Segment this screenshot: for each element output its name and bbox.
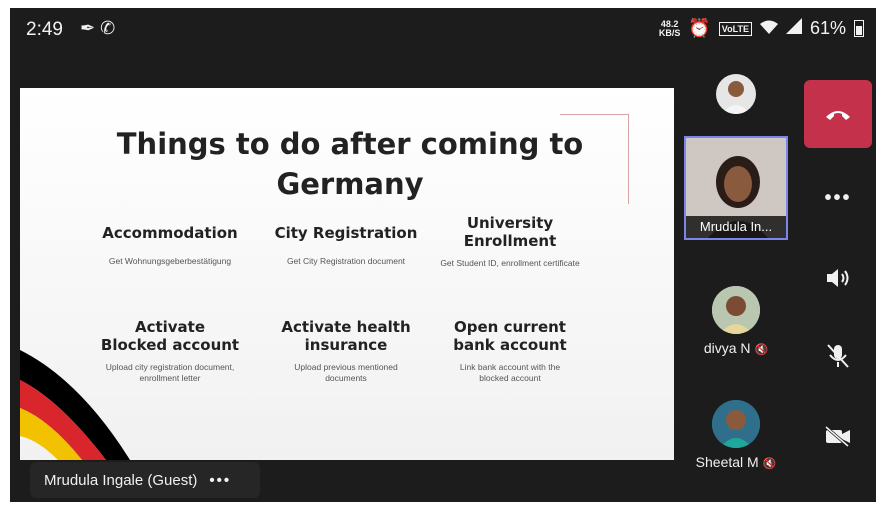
slide-item-health-insurance: Activate health insurance Upload previou…	[258, 318, 434, 384]
participant-name: divya N	[703, 340, 751, 356]
status-bar: 2:49 ✒ ✆ 48.2 KB/S ⏰ VoLTE 61%	[10, 8, 876, 52]
slide-item-sub: Link bank account with the blocked accou…	[459, 362, 561, 383]
avatar	[712, 400, 760, 448]
slide-item-sub: Upload previous mentioned documents	[294, 362, 398, 383]
participant-label: Sheetal M 🔇	[682, 454, 790, 470]
slide-item-city-registration: City Registration Get City Registration …	[258, 224, 434, 267]
slide-item-title: Open current bank account	[453, 318, 567, 354]
avatar	[716, 74, 756, 114]
participants-panel: Mrudula In... divya N 🔇 Sheetal M 🔇	[682, 52, 790, 502]
volte-badge: VoLTE	[718, 21, 752, 36]
more-options-icon[interactable]: •••	[209, 472, 231, 489]
participant-label: divya N 🔇	[682, 340, 790, 356]
participant-tile[interactable]	[682, 74, 790, 114]
participant-name: Mrudula In...	[686, 216, 786, 238]
avatar	[712, 286, 760, 334]
slide-item-accommodation: Accommodation Get Wohnungsgeberbestätigu…	[82, 224, 258, 267]
participant-name: Sheetal M	[695, 454, 759, 470]
alarm-icon: ⏰	[688, 18, 711, 38]
slide-decoration-line	[560, 114, 628, 115]
status-left-icons: ✒ ✆	[80, 18, 115, 39]
signal-icon	[785, 18, 802, 39]
status-time: 2:49	[26, 19, 63, 40]
wifi-icon	[759, 18, 778, 39]
mic-toggle-button[interactable]	[804, 336, 872, 376]
more-button[interactable]: •••	[804, 178, 872, 218]
participant-tile-active[interactable]: Mrudula In...	[684, 136, 788, 240]
slide-item-sub: Get Student ID, enrollment certificate	[440, 258, 580, 268]
slide-item-title: University Enrollment	[463, 214, 557, 250]
shared-slide: Things to do after coming to Germany Acc…	[20, 88, 674, 460]
camera-off-icon	[825, 425, 850, 447]
end-call-button[interactable]	[804, 80, 872, 148]
slide-item-bank-account: Open current bank account Link bank acco…	[436, 318, 584, 384]
participant-tile[interactable]: divya N 🔇	[682, 286, 790, 356]
phone-icon: ✆	[100, 18, 116, 38]
slide-item-title: City Registration	[274, 224, 418, 242]
participant-tile[interactable]: Sheetal M 🔇	[682, 400, 790, 470]
app-notification-icon: ✒	[80, 18, 96, 38]
presenter-name: Mrudula Ingale (Guest)	[44, 471, 198, 489]
shared-content-area: Things to do after coming to Germany Acc…	[10, 52, 678, 502]
mic-off-icon	[827, 344, 849, 368]
battery-percent: 61%	[809, 18, 846, 38]
slide-item-title: Activate health insurance	[281, 318, 411, 354]
slide-title: Things to do after coming to Germany	[116, 127, 584, 201]
call-controls: •••	[794, 52, 876, 502]
phone-screen: 2:49 ✒ ✆ 48.2 KB/S ⏰ VoLTE 61% Things to…	[10, 8, 876, 502]
speaker-icon	[827, 269, 849, 287]
slide-item-sub: Get Wohnungsgeberbestätigung	[108, 256, 232, 266]
german-flag-ribbon	[20, 350, 130, 460]
net-speed-unit: KB/S	[658, 27, 681, 38]
net-speed: 48.2 KB/S	[658, 19, 681, 38]
status-right-icons: 48.2 KB/S ⏰ VoLTE 61%	[659, 18, 864, 39]
end-call-icon	[826, 111, 850, 120]
slide-item-university-enrollment: University Enrollment Get Student ID, en…	[436, 214, 584, 269]
camera-toggle-button[interactable]	[804, 416, 872, 456]
slide-decoration-line-vertical	[628, 114, 629, 204]
presenter-name-chip[interactable]: Mrudula Ingale (Guest) •••	[30, 462, 260, 498]
slide-item-sub: Get City Registration document	[286, 256, 406, 266]
battery-icon	[854, 20, 864, 37]
mic-muted-icon: 🔇	[762, 458, 777, 470]
speaker-button[interactable]	[804, 258, 872, 298]
slide-item-title: Accommodation	[102, 224, 238, 242]
mic-muted-icon: 🔇	[754, 344, 769, 356]
